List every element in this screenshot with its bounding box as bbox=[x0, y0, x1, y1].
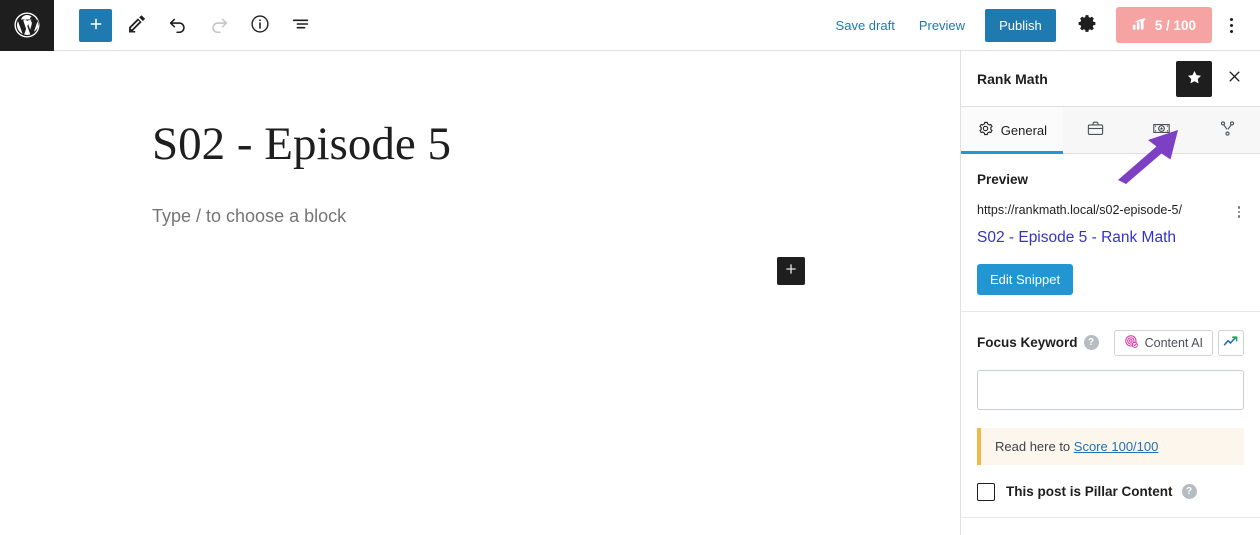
preview-button[interactable]: Preview bbox=[907, 12, 977, 39]
pillar-content-checkbox[interactable] bbox=[977, 482, 995, 501]
star-icon bbox=[1186, 69, 1203, 89]
rank-math-sidebar: Rank Math General Preview https://rankma… bbox=[960, 51, 1260, 535]
redo-arrow-icon bbox=[208, 13, 230, 38]
seo-bar-chart-icon bbox=[1132, 17, 1148, 34]
list-view-button[interactable] bbox=[284, 9, 317, 42]
tab-schema[interactable] bbox=[1129, 107, 1195, 153]
tab-social[interactable] bbox=[1194, 107, 1260, 153]
wordpress-logo-button[interactable] bbox=[0, 0, 54, 51]
settings-button[interactable] bbox=[1070, 7, 1106, 43]
snippet-url: https://rankmath.local/s02-episode-5/ bbox=[977, 203, 1182, 217]
sidebar-tabs: General bbox=[961, 107, 1260, 154]
wordpress-logo-icon bbox=[12, 10, 42, 40]
list-view-icon bbox=[290, 13, 312, 38]
plus-icon bbox=[783, 261, 799, 282]
content-ai-button[interactable]: Content AI bbox=[1113, 329, 1213, 356]
close-x-icon bbox=[1227, 69, 1242, 88]
pillar-content-row: This post is Pillar Content ? bbox=[977, 482, 1244, 501]
trending-chart-icon bbox=[1223, 334, 1239, 351]
sidebar-header-actions bbox=[1176, 60, 1248, 97]
focus-keyword-section: Focus Keyword ? Content AI Read here to … bbox=[961, 312, 1260, 518]
undo-arrow-icon bbox=[167, 13, 189, 38]
content-ai-fingerprint-icon bbox=[1124, 334, 1139, 352]
keyword-trend-button[interactable] bbox=[1218, 329, 1244, 356]
plus-icon bbox=[87, 15, 105, 36]
details-info-button[interactable] bbox=[243, 9, 276, 42]
snippet-url-row: https://rankmath.local/s02-episode-5/ bbox=[977, 202, 1244, 222]
content-ai-label: Content AI bbox=[1144, 335, 1203, 350]
score-notice: Read here to Score 100/100 bbox=[977, 427, 1244, 465]
notice-text: Read here to bbox=[995, 438, 1074, 454]
post-title-field[interactable]: S02 - Episode 5 bbox=[152, 118, 451, 171]
focus-keyword-input[interactable] bbox=[977, 369, 1244, 410]
toolbar-left-group bbox=[54, 8, 317, 42]
info-circle-icon bbox=[249, 13, 271, 38]
briefcase-icon bbox=[1086, 119, 1105, 141]
redo-button[interactable] bbox=[202, 9, 235, 42]
social-share-icon bbox=[1218, 119, 1237, 141]
pillar-content-label: This post is Pillar Content bbox=[1006, 484, 1173, 500]
kebab-menu-icon bbox=[1237, 206, 1240, 218]
block-inserter-button[interactable] bbox=[777, 257, 805, 285]
schema-badge-icon bbox=[1151, 118, 1172, 142]
seo-score-badge[interactable]: 5 / 100 bbox=[1115, 7, 1212, 43]
sidebar-title: Rank Math bbox=[977, 70, 1048, 87]
kebab-menu-icon bbox=[1229, 17, 1233, 33]
help-question-icon[interactable]: ? bbox=[1083, 335, 1099, 351]
help-question-icon[interactable]: ? bbox=[1181, 484, 1197, 500]
tab-general[interactable]: General bbox=[961, 107, 1063, 154]
toolbar-right-group: Save draft Preview Publish 5 / 100 bbox=[824, 7, 1260, 43]
edit-tool-button[interactable] bbox=[120, 9, 153, 42]
snippet-title[interactable]: S02 - Episode 5 - Rank Math bbox=[977, 228, 1244, 247]
gear-icon bbox=[1077, 13, 1098, 37]
seo-score-label: 5 / 100 bbox=[1154, 17, 1196, 33]
focus-keyword-label: Focus Keyword bbox=[977, 335, 1078, 351]
add-block-button[interactable] bbox=[79, 8, 112, 42]
editor-canvas[interactable]: S02 - Episode 5 Type / to choose a block bbox=[0, 51, 960, 535]
tab-general-label: General bbox=[1000, 122, 1048, 138]
focus-keyword-header: Focus Keyword ? Content AI bbox=[977, 329, 1244, 356]
snippet-preview-section: Preview https://rankmath.local/s02-episo… bbox=[961, 154, 1260, 312]
tab-advanced[interactable] bbox=[1063, 107, 1129, 153]
publish-button[interactable]: Publish bbox=[985, 8, 1056, 42]
undo-button[interactable] bbox=[161, 9, 194, 42]
edit-snippet-button[interactable]: Edit Snippet bbox=[977, 263, 1074, 295]
snippet-options-button[interactable] bbox=[1234, 202, 1245, 222]
score-notice-link[interactable]: Score 100/100 bbox=[1074, 439, 1159, 454]
preview-heading: Preview bbox=[977, 172, 1029, 187]
pin-favorite-button[interactable] bbox=[1176, 60, 1212, 97]
focus-keyword-actions: Content AI bbox=[1113, 329, 1244, 356]
pencil-icon bbox=[126, 13, 147, 37]
close-sidebar-button[interactable] bbox=[1220, 65, 1248, 93]
editor-top-toolbar: Save draft Preview Publish 5 / 100 bbox=[0, 0, 1260, 51]
wordpress-block-editor: Save draft Preview Publish 5 / 100 S02 -… bbox=[0, 0, 1260, 535]
sidebar-header: Rank Math bbox=[961, 51, 1260, 107]
save-draft-button[interactable]: Save draft bbox=[824, 12, 907, 39]
more-options-button[interactable] bbox=[1214, 7, 1248, 43]
gear-icon bbox=[977, 120, 994, 140]
default-block-placeholder[interactable]: Type / to choose a block bbox=[152, 206, 346, 227]
